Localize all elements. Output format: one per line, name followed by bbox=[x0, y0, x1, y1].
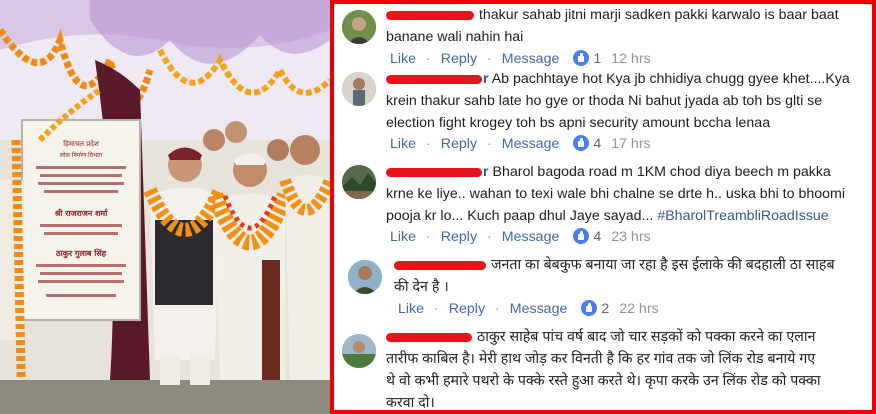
comment-text-line: election fight krogey toh bs apni securi… bbox=[386, 115, 771, 131]
avatar[interactable] bbox=[342, 165, 376, 199]
comment-actions: Like · Reply · Message 2 22 hrs bbox=[398, 300, 659, 317]
plaque-name-1: श्री राजराजन शर्मा bbox=[54, 208, 109, 218]
message-link[interactable]: Message bbox=[502, 136, 560, 152]
message-link[interactable]: Message bbox=[502, 229, 560, 245]
avatar[interactable] bbox=[342, 72, 376, 106]
redacted-author-name bbox=[386, 74, 482, 84]
hashtag-link[interactable]: #BharolTreambliRoadIssue bbox=[657, 208, 828, 224]
comment-actions: Like · Reply · Message 1 12 hrs bbox=[390, 50, 651, 67]
comment-time[interactable]: 12 hrs bbox=[611, 51, 650, 67]
redacted-author-name bbox=[386, 332, 472, 342]
thumbs-up-icon bbox=[573, 135, 590, 151]
plaque-name-2: ठाकुर गुलाब सिंह bbox=[55, 248, 107, 259]
reply-link[interactable]: Reply bbox=[449, 301, 485, 317]
avatar[interactable] bbox=[342, 334, 376, 368]
like-link[interactable]: Like bbox=[398, 301, 424, 317]
comment-text-line: Bharol bagoda road m 1KM chod diya beech… bbox=[492, 164, 831, 180]
thumbs-up-icon bbox=[573, 50, 590, 66]
like-link[interactable]: Like bbox=[390, 51, 416, 67]
redacted-author-name bbox=[386, 10, 474, 20]
comment-time[interactable]: 23 hrs bbox=[611, 229, 650, 245]
comment-time[interactable]: 22 hrs bbox=[619, 301, 658, 317]
message-link[interactable]: Message bbox=[502, 51, 560, 67]
plaque-header: हिमाचल प्रदेश bbox=[63, 139, 99, 148]
like-count[interactable]: 4 bbox=[593, 229, 601, 245]
comment-text-line: थे वो कभी हमारे पथरो के पक्के रस्ते हुआ … bbox=[386, 373, 821, 389]
comment-text-line: Ab pachhtaye hot Kya jb chhidiya chugg g… bbox=[491, 71, 850, 87]
like-link[interactable]: Like bbox=[390, 136, 416, 152]
author-name-fragment[interactable]: r bbox=[483, 71, 489, 87]
reply-link[interactable]: Reply bbox=[441, 51, 477, 67]
like-count[interactable]: 4 bbox=[593, 136, 601, 152]
event-photo: हिमाचल प्रदेश लोक निर्माण विभाग श्री राज… bbox=[0, 0, 330, 414]
comment-text-line: pooja kr lo... Kuch paap dhul Jaye sayad… bbox=[386, 208, 658, 224]
message-link[interactable]: Message bbox=[510, 301, 568, 317]
avatar[interactable] bbox=[342, 10, 376, 44]
comment-text-line: thakur sahab jitni marji sadken pakki ka… bbox=[478, 7, 839, 23]
comment-text-line: krne ke liye.. wahan to texi wale bhi ch… bbox=[386, 186, 845, 202]
comment-text-line: की देन है । bbox=[394, 279, 449, 295]
comment-text-line: करवा दो। bbox=[386, 395, 435, 411]
comment-text-line: krein thakur sahb late ho gye or thoda N… bbox=[386, 93, 823, 109]
like-count[interactable]: 2 bbox=[601, 301, 609, 317]
comment-actions: Like · Reply · Message 4 23 hrs bbox=[390, 228, 651, 245]
like-link[interactable]: Like bbox=[390, 229, 416, 245]
comment-text-line: जनता का बेबकुफ बनाया जा रहा है इस ईलाके … bbox=[490, 257, 835, 273]
comment-actions: Like · Reply · Message 4 17 hrs bbox=[390, 135, 651, 152]
reply-link[interactable]: Reply bbox=[441, 136, 477, 152]
comment-text-line: banane wali nahin hai bbox=[386, 29, 524, 45]
reply-link[interactable]: Reply bbox=[441, 229, 477, 245]
author-name-fragment[interactable]: r bbox=[483, 164, 489, 180]
comment-text-line: ठाकुर साहेब पांच वर्ष बाद जो चार सड़कों … bbox=[476, 329, 816, 345]
avatar[interactable] bbox=[348, 260, 382, 294]
plaque-subheader: लोक निर्माण विभाग bbox=[60, 151, 103, 159]
redacted-author-name bbox=[394, 260, 486, 270]
like-count[interactable]: 1 bbox=[593, 51, 601, 67]
thumbs-up-icon bbox=[581, 300, 598, 316]
comment-text-line: तारीफ काबिल है। मेरी हाथ जोड़ कर विनती ह… bbox=[386, 351, 816, 367]
comments-panel: thakur sahab jitni marji sadken pakki ka… bbox=[330, 0, 876, 414]
redacted-author-name bbox=[386, 167, 482, 177]
inauguration-photo: हिमाचल प्रदेश लोक निर्माण विभाग श्री राज… bbox=[0, 0, 330, 414]
comment-time[interactable]: 17 hrs bbox=[611, 136, 650, 152]
thumbs-up-icon bbox=[573, 228, 590, 244]
